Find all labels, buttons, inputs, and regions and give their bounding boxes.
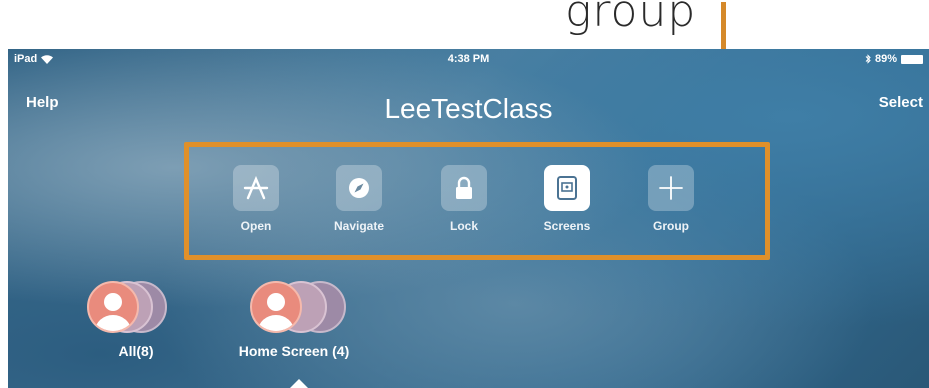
- app-store-icon: [243, 176, 269, 200]
- screens-icon: [557, 176, 577, 200]
- screens-button-tile: [544, 165, 590, 211]
- navigate-label: Navigate: [333, 219, 385, 233]
- person-icon: [258, 293, 294, 331]
- group-all-avatars: [81, 281, 191, 333]
- bluetooth-icon: [865, 54, 871, 64]
- open-button-tile: [233, 165, 279, 211]
- battery-percent: 89%: [874, 53, 897, 65]
- group-home-screen[interactable]: Home Screen (4): [224, 281, 364, 359]
- ipad-screen: iPad 4:38 PM 89% Help LeeTestClass Selec…: [8, 49, 929, 388]
- group-home-label: Home Screen (4): [238, 343, 350, 359]
- group-all[interactable]: All(8): [81, 281, 191, 359]
- status-time: 4:38 PM: [447, 53, 490, 65]
- navigate-button[interactable]: Navigate: [314, 165, 404, 233]
- lock-button-tile: [441, 165, 487, 211]
- avatar: [87, 281, 139, 333]
- avatar: [250, 281, 302, 333]
- battery-icon: [901, 54, 923, 64]
- group-all-label: All(8): [118, 343, 154, 359]
- annotation-label: group: [565, 0, 697, 37]
- lock-icon: [456, 176, 472, 199]
- select-button[interactable]: Select: [879, 94, 923, 111]
- compass-icon: [349, 178, 369, 198]
- group-home-avatars: [224, 281, 364, 333]
- person-icon: [95, 293, 131, 331]
- screens-label: Screens: [543, 219, 591, 233]
- lock-label: Lock: [449, 219, 478, 233]
- group-button[interactable]: Group: [626, 165, 716, 233]
- plus-icon: [659, 176, 683, 200]
- lock-button[interactable]: Lock: [419, 165, 509, 233]
- status-bar: iPad 4:38 PM 89%: [8, 49, 929, 71]
- group-button-tile: [648, 165, 694, 211]
- screens-button[interactable]: Screens: [522, 165, 612, 233]
- selection-pointer-icon: [290, 379, 308, 388]
- group-label: Group: [653, 219, 689, 233]
- page-title: LeeTestClass: [384, 93, 553, 124]
- open-label: Open: [240, 219, 272, 233]
- navigate-button-tile: [336, 165, 382, 211]
- open-button[interactable]: Open: [211, 165, 301, 233]
